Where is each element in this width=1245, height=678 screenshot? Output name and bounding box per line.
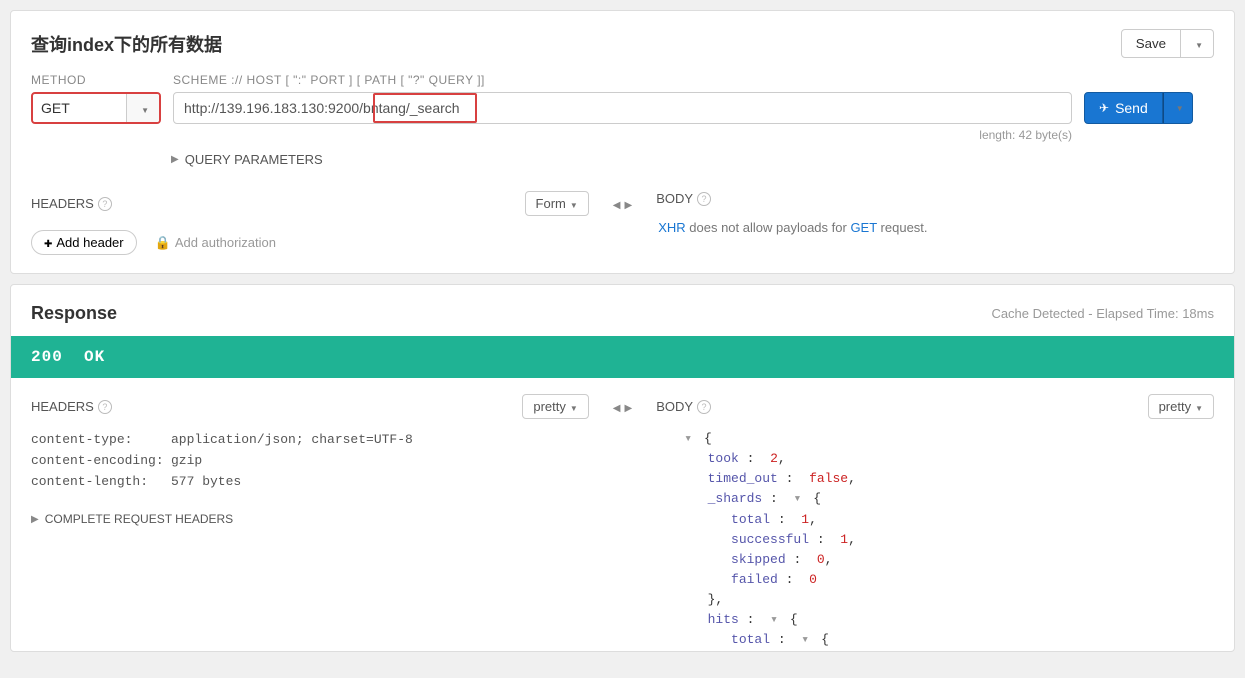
scheme-label: SCHEME :// HOST [ ":" PORT ] [ PATH [ "?… — [173, 73, 1072, 87]
method-label: METHOD — [31, 73, 161, 87]
caret-right-icon: ▶ — [31, 514, 39, 525]
request-headers-title: HEADERS ? — [31, 196, 112, 211]
response-json-body[interactable]: ▾ { took : 2, timed_out : false, _shards… — [656, 429, 1214, 651]
send-button[interactable]: ✈ Send — [1084, 92, 1163, 124]
collapse-left-icon[interactable]: ◀ — [613, 200, 621, 211]
send-icon: ✈ — [1099, 101, 1109, 115]
url-input[interactable] — [173, 92, 1072, 124]
save-dropdown-button[interactable] — [1181, 29, 1214, 58]
caret-right-icon: ▶ — [171, 154, 179, 165]
query-parameters-label: QUERY PARAMETERS — [185, 152, 323, 167]
method-dropdown-icon[interactable] — [126, 94, 159, 122]
status-bar: 200 OK — [11, 336, 1234, 378]
response-headers-format-select[interactable]: pretty — [522, 394, 588, 419]
collapse-right-icon[interactable]: ▶ — [625, 200, 633, 211]
xhr-payload-note: XHR does not allow payloads for GET requ… — [656, 220, 1214, 235]
response-headers-table: content-type:application/json; charset=U… — [31, 429, 589, 492]
request-panel: 查询index下的所有数据 Save METHOD GET SCHEME ://… — [10, 10, 1235, 274]
response-headers-title: HEADERS ? — [31, 399, 112, 414]
response-body-title: BODY ? — [656, 399, 711, 414]
cache-info: Cache Detected - Elapsed Time: 18ms — [991, 306, 1214, 321]
length-info: length: 42 byte(s) — [173, 128, 1072, 142]
collapse-left-icon[interactable]: ◀ — [613, 403, 621, 414]
response-header-row: content-encoding:gzip — [31, 450, 589, 471]
lock-icon: 🔒 — [155, 235, 171, 251]
response-header-row: content-length:577 bytes — [31, 471, 589, 492]
add-authorization-link[interactable]: 🔒 Add authorization — [155, 235, 276, 251]
help-icon[interactable]: ? — [697, 400, 711, 414]
help-icon[interactable]: ? — [98, 197, 112, 211]
status-code: 200 — [31, 348, 63, 366]
request-body-title: BODY ? — [656, 191, 1214, 206]
help-icon[interactable]: ? — [697, 192, 711, 206]
save-button-group: Save — [1121, 29, 1214, 58]
response-header-row: content-type:application/json; charset=U… — [31, 429, 589, 450]
response-panel: Response Cache Detected - Elapsed Time: … — [10, 284, 1235, 652]
plus-icon — [44, 235, 52, 250]
collapse-right-icon[interactable]: ▶ — [625, 403, 633, 414]
add-header-button[interactable]: Add header — [31, 230, 137, 255]
status-text: OK — [84, 348, 105, 366]
headers-format-select[interactable]: Form — [525, 191, 589, 216]
help-icon[interactable]: ? — [98, 400, 112, 414]
method-select[interactable]: GET — [31, 92, 161, 124]
save-button[interactable]: Save — [1121, 29, 1181, 58]
method-value: GET — [33, 94, 126, 122]
complete-request-headers-toggle[interactable]: ▶ COMPLETE REQUEST HEADERS — [31, 512, 589, 526]
send-button-label: Send — [1115, 100, 1148, 116]
send-dropdown-button[interactable] — [1163, 92, 1193, 124]
response-title: Response — [31, 303, 117, 324]
request-title: 查询index下的所有数据 — [31, 31, 1121, 57]
response-body-format-select[interactable]: pretty — [1148, 394, 1214, 419]
query-parameters-toggle[interactable]: ▶ QUERY PARAMETERS — [171, 152, 1214, 167]
